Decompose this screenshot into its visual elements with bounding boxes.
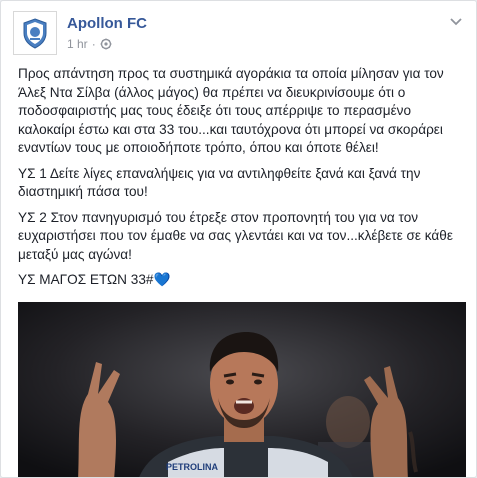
- post-paragraph-3: ΥΣ 2 Στον πανηγυρισμό του έτρεξε στον πρ…: [18, 209, 453, 262]
- meta-separator: ·: [91, 37, 96, 51]
- page-avatar[interactable]: [13, 11, 57, 55]
- post-meta: 1 hr ·: [67, 37, 112, 51]
- post-timestamp[interactable]: 1 hr: [67, 37, 88, 51]
- post-paragraph-2: ΥΣ 1 Δείτε λίγες επαναλήψεις για να αντι…: [18, 165, 421, 200]
- post-paragraph-4: ΥΣ ΜΑΓΟΣ ΕΤΩΝ 33#💙: [18, 271, 466, 290]
- chevron-down-icon[interactable]: [448, 13, 464, 29]
- post-message: Προς απάντηση προς τα συστημικά αγοράκια…: [18, 65, 466, 297]
- page-name-link[interactable]: Apollon FC: [67, 15, 147, 32]
- apollon-crest-icon: [16, 14, 54, 52]
- post-paragraph-4-text: ΥΣ ΜΑΓΟΣ ΕΤΩΝ 33#: [18, 272, 154, 287]
- blue-heart-emoji: 💙: [153, 272, 171, 287]
- jersey-sponsor-text: PETROLINA: [166, 462, 219, 472]
- post-paragraph-1: Προς απάντηση προς τα συστημικά αγοράκια…: [18, 66, 444, 155]
- post-photo[interactable]: PETROLINA: [18, 302, 466, 477]
- globe-gear-icon[interactable]: [100, 38, 112, 50]
- post-header: Apollon FC 1 hr ·: [13, 11, 464, 57]
- player-celebration-image: PETROLINA: [18, 302, 466, 477]
- facebook-post-card: Apollon FC 1 hr · Προς απάντηση προς τα …: [0, 0, 477, 478]
